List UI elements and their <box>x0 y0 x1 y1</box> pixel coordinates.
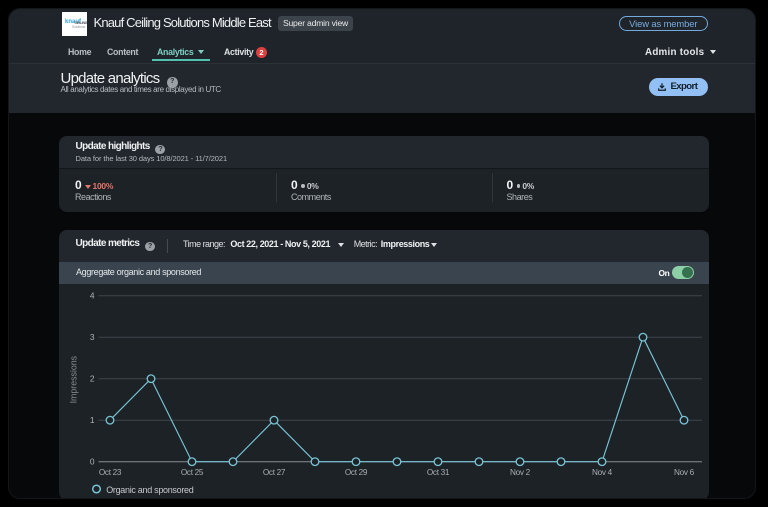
svg-text:Nov 2: Nov 2 <box>510 468 531 477</box>
svg-text:1: 1 <box>89 415 94 425</box>
svg-text:Oct 29: Oct 29 <box>344 468 367 477</box>
svg-text:Nov 6: Nov 6 <box>674 468 695 477</box>
svg-text:4: 4 <box>89 291 94 301</box>
svg-text:Oct 31: Oct 31 <box>426 468 449 477</box>
svg-text:Impressions: Impressions <box>68 356 78 404</box>
svg-text:Oct 23: Oct 23 <box>98 468 121 477</box>
svg-text:0: 0 <box>89 457 94 467</box>
svg-text:Nov 4: Nov 4 <box>592 468 613 477</box>
svg-text:Oct 25: Oct 25 <box>180 468 203 477</box>
svg-text:3: 3 <box>89 332 94 342</box>
svg-text:2: 2 <box>89 374 94 384</box>
svg-text:Organic and sponsored: Organic and sponsored <box>106 485 194 495</box>
svg-text:Oct 27: Oct 27 <box>262 468 285 477</box>
